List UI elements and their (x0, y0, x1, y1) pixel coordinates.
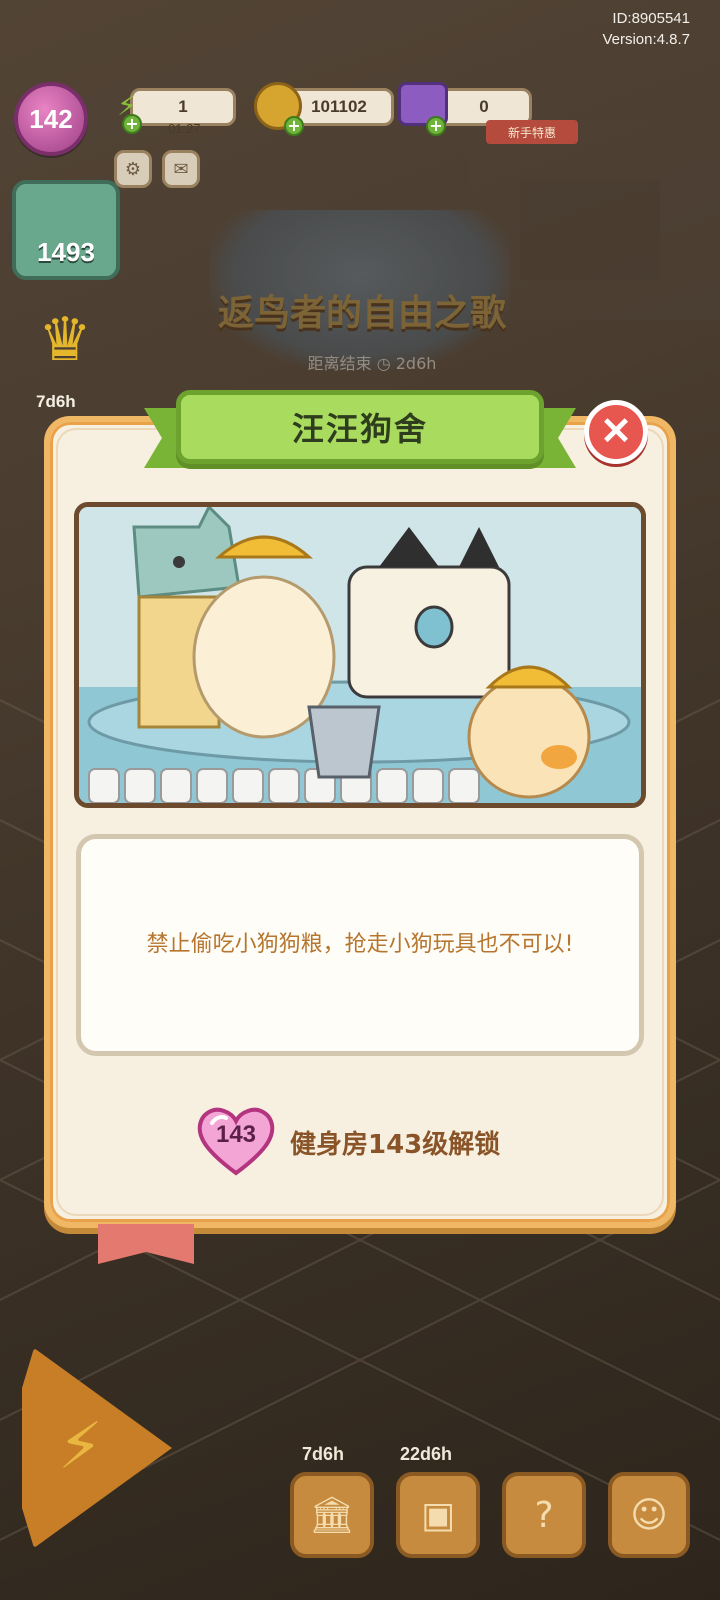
album-button[interactable]: ▣ (396, 1472, 480, 1558)
lightning-icon: ⚡ (58, 1410, 103, 1484)
task-count: 1493 (37, 237, 95, 267)
level-heart-badge: 143 (196, 1107, 276, 1177)
description-box: 禁止偷吃小狗狗粮，抢走小狗玩具也不可以! (76, 834, 644, 1056)
close-button[interactable]: ✕ (584, 400, 648, 464)
friends-button[interactable]: ☺ (608, 1472, 690, 1558)
coins-value: 101102 (311, 97, 367, 116)
pillar-icon: 🏛 (309, 1495, 355, 1536)
mystery-button[interactable]: ? (502, 1472, 586, 1558)
dialog-title-ribbon: 汪汪狗舍 (176, 390, 544, 464)
mail-button[interactable]: ✉ (162, 150, 200, 188)
question-badge-icon: ? (534, 1494, 554, 1536)
duck-avatar-icon: ☺ (630, 1494, 668, 1536)
add-energy-button[interactable]: + (122, 114, 142, 134)
unlock-requirement: 143 健身房143级解锁 (196, 1107, 501, 1177)
unlock-condition-text: 健身房143级解锁 (290, 1129, 501, 1160)
player-level-badge[interactable]: 142 (14, 82, 88, 156)
gems-value: 0 (479, 97, 489, 116)
newbie-offer-tag[interactable]: 新手特惠 (486, 120, 578, 144)
energy-value: 1 (178, 97, 188, 116)
museum-button[interactable]: 🏛 (290, 1472, 374, 1558)
building-description: 禁止偷吃小狗狗粮，抢走小狗玩具也不可以! (146, 932, 574, 957)
player-level: 142 (29, 103, 73, 134)
task-board-button[interactable]: 1493 (12, 180, 120, 280)
gear-icon: ⚙ (124, 158, 142, 180)
crown-event-timer: 7d6h (36, 392, 76, 411)
crown-event-button[interactable]: ♛ (20, 300, 110, 380)
kennel-illustration (74, 502, 646, 808)
build-info: ID:8905541 Version:4.8.7 (602, 8, 690, 50)
energy-timer: 01:27 (168, 121, 201, 136)
settings-button[interactable]: ⚙ (114, 150, 152, 188)
envelope-icon: ✉ (173, 158, 189, 180)
add-gems-button[interactable]: + (426, 116, 446, 136)
crown-icon: ♛ (38, 305, 92, 375)
kennel-scene-art (79, 507, 641, 803)
dialog-title: 汪汪狗舍 (291, 410, 428, 448)
app-version: Version:4.8.7 (602, 31, 690, 48)
close-x-icon: ✕ (600, 411, 632, 453)
photo-cards-icon: ▣ (420, 1494, 455, 1536)
player-id: ID:8905541 (612, 10, 690, 27)
bottom-timer-2: 22d6h (400, 1444, 453, 1464)
bottom-timer-1: 7d6h (302, 1444, 345, 1464)
unlock-level: 143 (215, 1121, 257, 1148)
add-coins-button[interactable]: + (284, 116, 304, 136)
